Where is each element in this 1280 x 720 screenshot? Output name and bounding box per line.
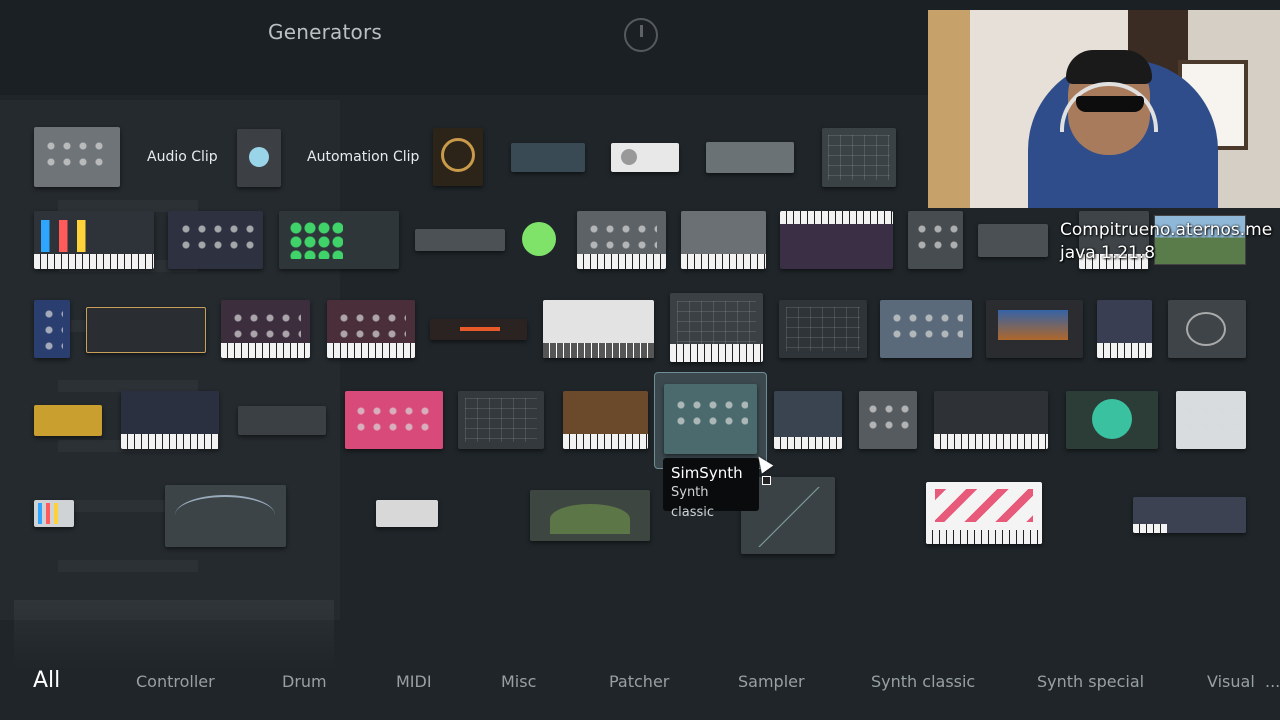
plugin-tile[interactable] [774,391,842,449]
plugin-tile[interactable] [1133,497,1246,533]
category-tab-all[interactable]: All [33,668,60,693]
category-tab-drum[interactable]: Drum [282,672,327,691]
plugin-tile[interactable] [327,300,415,358]
category-tab-more[interactable]: ... [1265,672,1280,691]
plugin-tile[interactable] [238,406,326,435]
plugin-tile[interactable] [880,300,972,358]
plugin-tile[interactable] [376,500,438,527]
page-title: Generators [268,20,382,44]
plugin-tile[interactable] [543,300,654,358]
plugin-tile[interactable] [681,211,766,269]
plugin-tooltip: SimSynth Synth classic [663,458,759,520]
ghost-row [58,560,198,572]
plugin-tile[interactable] [859,391,917,449]
tooltip-plugin-category: Synth classic [671,485,715,520]
fl-logo-icon [624,18,658,52]
server-address-text: Compitrueno.aternos.me [1060,220,1273,240]
plugin-tile[interactable] [1176,391,1246,449]
plugin-tile[interactable] [86,307,206,353]
plugin-tile[interactable] [779,300,867,358]
plugin-tile[interactable] [415,229,505,251]
plugin-tile[interactable] [986,300,1083,358]
plugin-tile[interactable] [934,391,1048,449]
plugin-tile[interactable] [121,391,219,449]
category-tab-midi[interactable]: MIDI [396,672,432,691]
plugin-tile[interactable] [168,211,263,269]
plugin-tile[interactable] [978,224,1048,257]
category-tab-synth-classic[interactable]: Synth classic [871,672,975,691]
drag-handle-icon [762,476,771,485]
simsynth-tile[interactable] [664,384,757,454]
plugin-tile[interactable] [34,127,120,187]
category-tab-misc[interactable]: Misc [501,672,536,691]
plugin-tile[interactable] [1168,300,1246,358]
mascot-plugin-icon[interactable] [518,214,560,260]
plugin-tile[interactable] [530,490,650,541]
automation-clip-tile[interactable]: Automation Clip [307,149,419,165]
plugin-tile[interactable] [563,391,648,449]
plugin-tile[interactable] [433,128,483,186]
ghost-waveform [14,600,334,670]
category-tab-visual[interactable]: Visual [1207,672,1255,691]
plugin-tile[interactable] [822,128,896,187]
plugin-tile[interactable] [780,211,893,269]
server-version-text: java 1.21.8 [1060,243,1156,263]
plugin-tile[interactable] [1097,300,1152,358]
plugin-tile[interactable] [611,143,679,172]
plugin-tile[interactable] [34,405,102,436]
plugin-tile[interactable] [577,211,666,269]
plugin-tile[interactable] [34,300,70,358]
plugin-tile[interactable] [34,500,74,527]
plugin-tile[interactable] [279,211,399,269]
plugin-tile[interactable] [908,211,963,269]
plugin-tile[interactable] [458,391,544,449]
audio-clip-tile[interactable]: Audio Clip [147,149,218,165]
plugin-tile[interactable] [165,485,286,547]
plugin-tile[interactable] [511,143,585,172]
category-tab-controller[interactable]: Controller [136,672,215,691]
plugin-tile[interactable] [670,293,763,362]
category-tab-sampler[interactable]: Sampler [738,672,805,691]
tooltip-plugin-name: SimSynth [671,464,743,482]
plugin-tile[interactable] [706,142,794,173]
plugin-tile[interactable] [34,211,154,269]
webcam-overlay [928,10,1280,208]
plugin-tile[interactable] [430,319,527,340]
automation-clip-icon[interactable] [237,129,281,187]
category-tab-synth-special[interactable]: Synth special [1037,672,1144,691]
plugin-tile[interactable] [221,300,310,358]
plugin-tile[interactable] [926,482,1042,544]
plugin-tile[interactable] [1066,391,1158,449]
plugin-tile[interactable] [345,391,443,449]
category-tab-patcher[interactable]: Patcher [609,672,669,691]
